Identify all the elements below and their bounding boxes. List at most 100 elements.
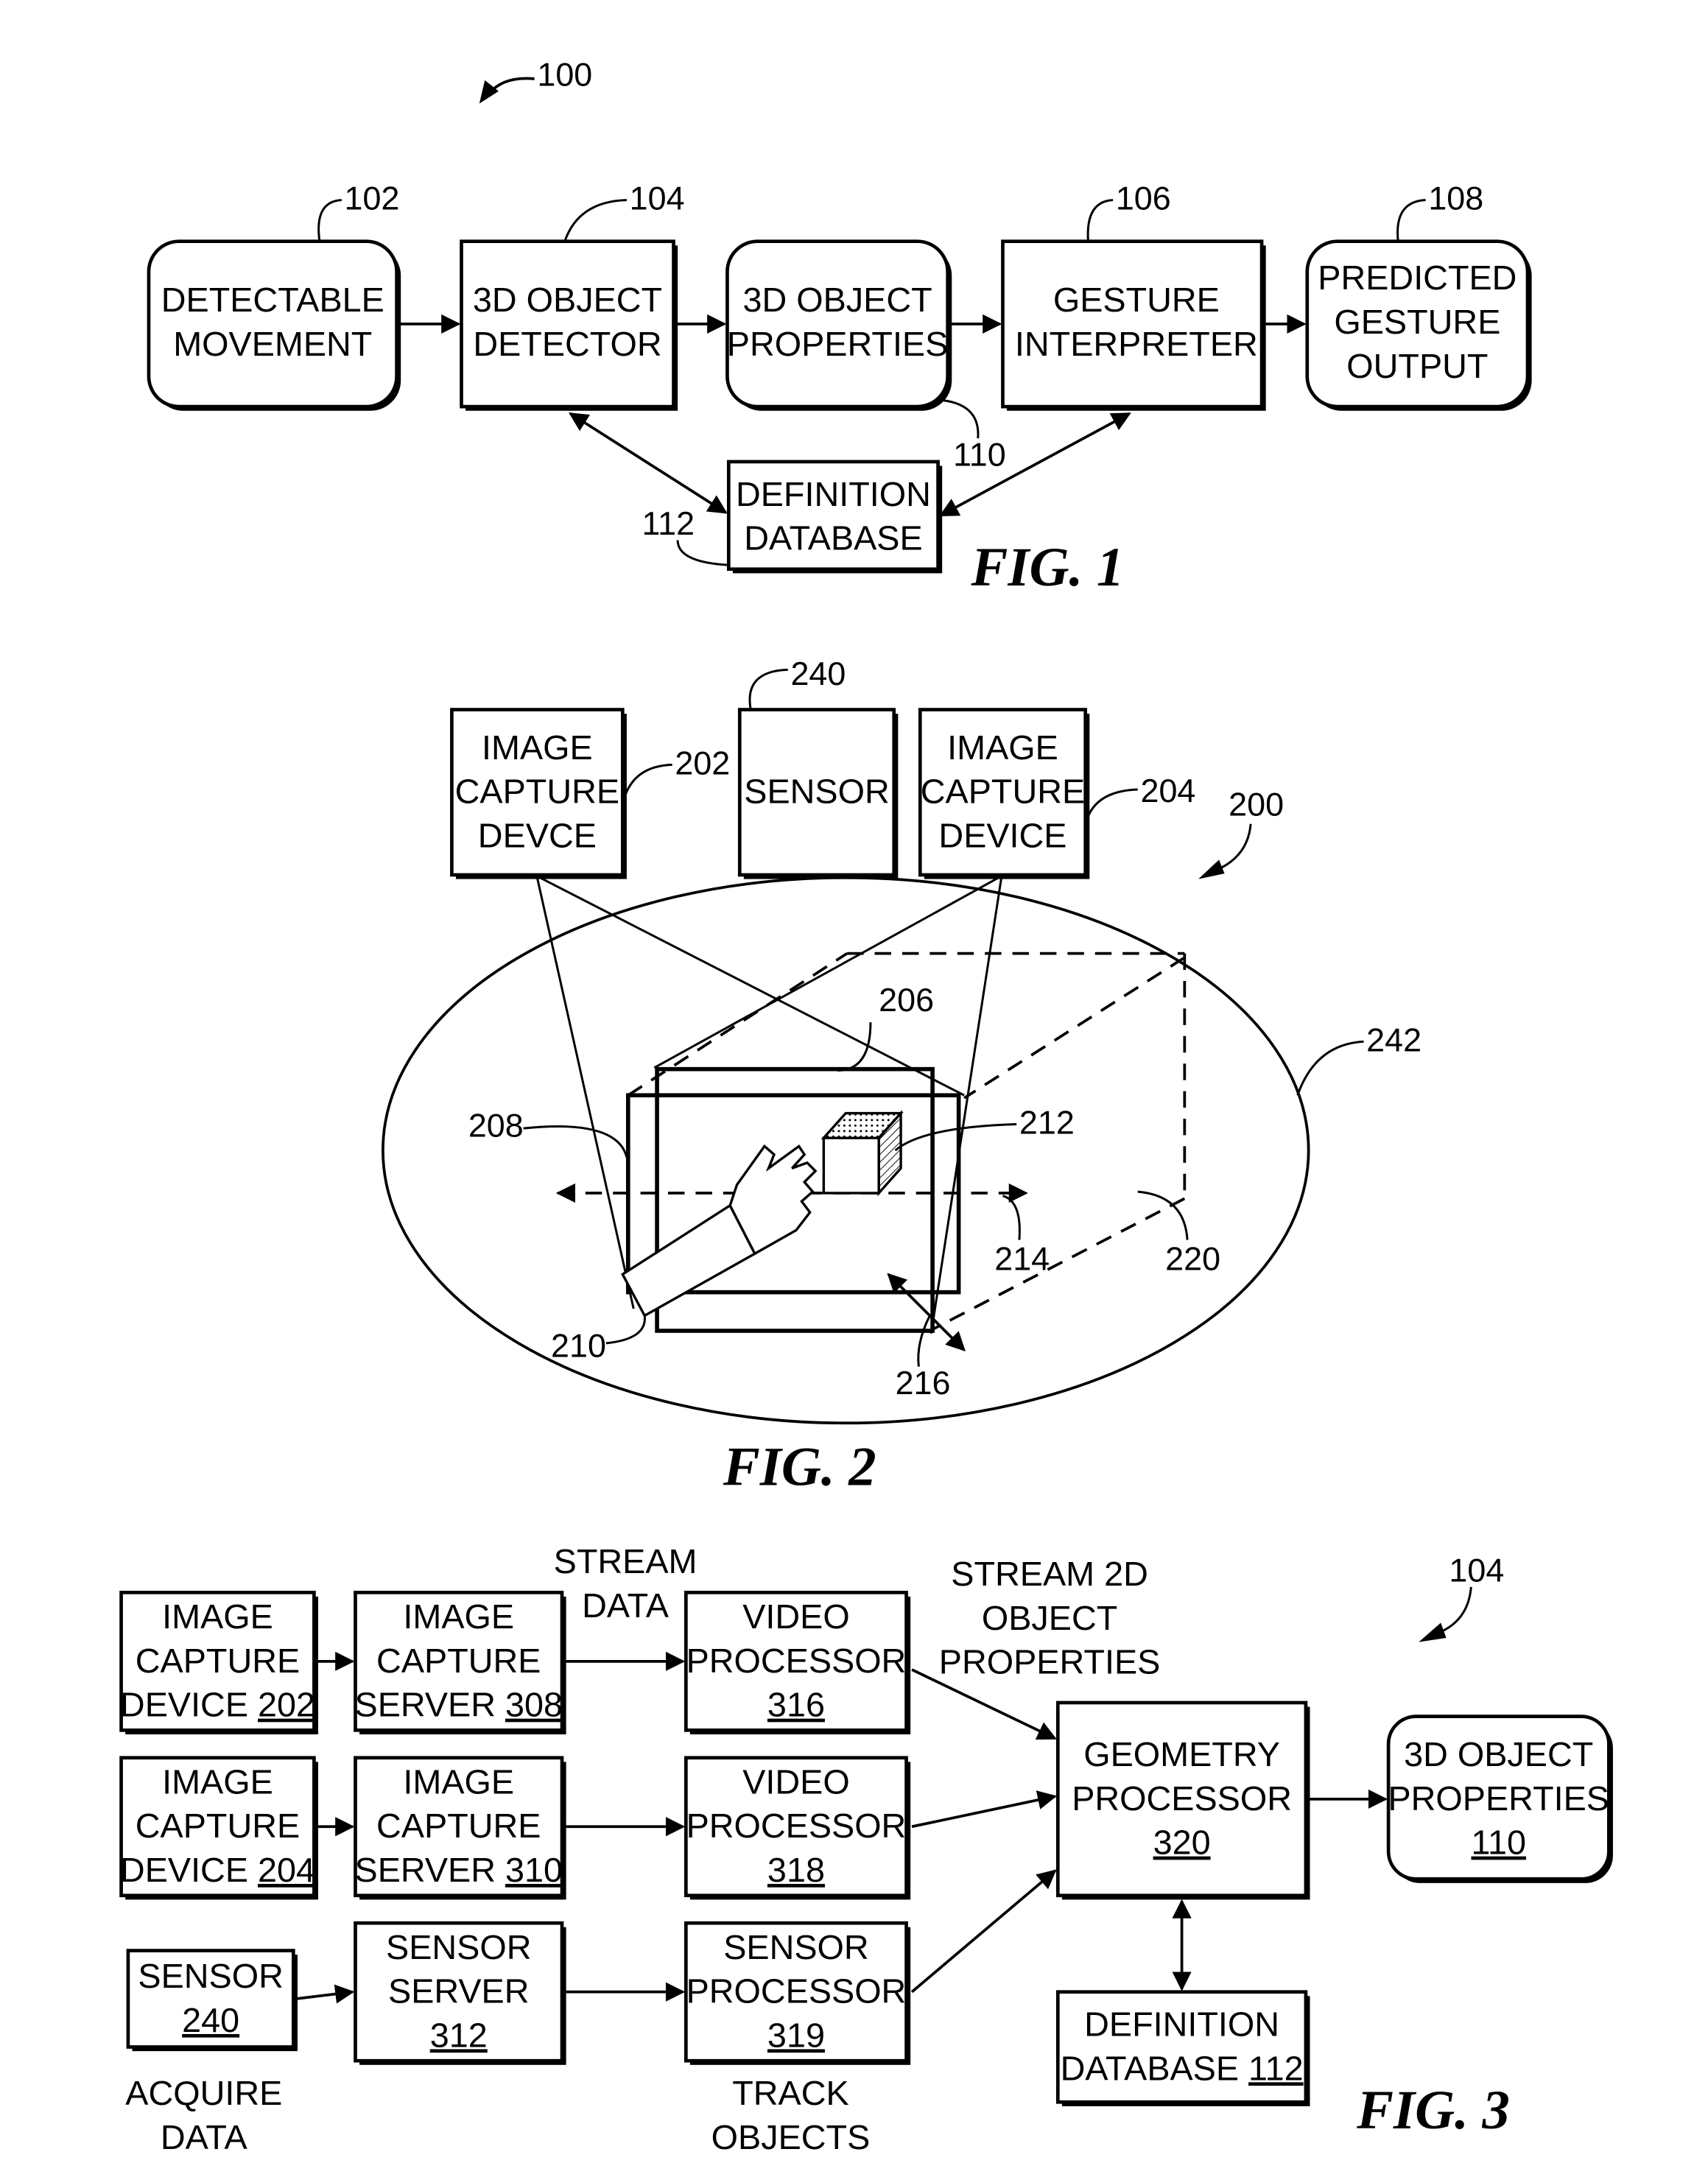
svg-text:OBJECT: OBJECT xyxy=(982,1599,1117,1637)
svg-text:GESTURE: GESTURE xyxy=(1334,303,1500,341)
svg-text:214: 214 xyxy=(994,1240,1050,1278)
svg-text:108: 108 xyxy=(1428,180,1483,217)
svg-text:TRACK: TRACK xyxy=(732,2074,848,2112)
svg-text:3D OBJECT: 3D OBJECT xyxy=(1404,1735,1593,1773)
svg-text:320: 320 xyxy=(1153,1823,1211,1862)
system-ref-100: 100 xyxy=(479,55,592,104)
figure-1: 100 DETECTABLE MOVEMENT 102 3D OBJECT DE… xyxy=(147,55,1532,598)
object-cube-212: 212 xyxy=(820,1104,1075,1197)
block-detectable-movement: DETECTABLE MOVEMENT 102 xyxy=(147,180,401,411)
svg-text:212: 212 xyxy=(1019,1104,1075,1142)
block-image-capture-device-204: IMAGE CAPTURE DEVICE 204 xyxy=(119,1756,319,1900)
svg-text:STREAM 2D: STREAM 2D xyxy=(951,1555,1148,1593)
block-image-capture-device-202: IMAGE CAPTURE DEVICE 202 xyxy=(119,1590,319,1734)
svg-text:IMAGE: IMAGE xyxy=(482,728,593,767)
block-sensor-processor-319: SENSOR PROCESSOR 319 xyxy=(684,1921,911,2065)
svg-text:100: 100 xyxy=(537,55,592,93)
svg-text:CAPTURE: CAPTURE xyxy=(455,773,619,811)
block-geometry-processor-320: GEOMETRY PROCESSOR 320 xyxy=(1055,1700,1310,1900)
system-ref-104: 104 xyxy=(1419,1551,1504,1642)
svg-text:DATA: DATA xyxy=(161,2118,248,2156)
svg-text:102: 102 xyxy=(345,180,400,217)
block-predicted-gesture-output: PREDICTED GESTURE OUTPUT 108 xyxy=(1305,180,1532,411)
svg-text:200: 200 xyxy=(1229,786,1284,823)
fig3-title: FIG. 3 xyxy=(1356,2080,1510,2141)
svg-text:INTERPRETER: INTERPRETER xyxy=(1015,325,1258,363)
svg-text:104: 104 xyxy=(1449,1551,1504,1589)
svg-text:104: 104 xyxy=(630,180,685,217)
svg-text:240: 240 xyxy=(182,2001,239,2039)
svg-text:OBJECTS: OBJECTS xyxy=(711,2118,871,2156)
block-definition-database-112: DEFINITION DATABASE 112 xyxy=(1055,1990,1310,2106)
patent-drawing-sheet: 100 DETECTABLE MOVEMENT 102 3D OBJECT DE… xyxy=(119,55,1613,2156)
figure-2: 242 IMAGE CAPTURE DEVCE 202 SENSOR 240 I… xyxy=(382,655,1421,1497)
svg-text:110: 110 xyxy=(953,436,1006,474)
svg-text:SERVER 308: SERVER 308 xyxy=(355,1686,563,1724)
svg-text:SENSOR: SENSOR xyxy=(386,1928,531,1966)
svg-text:GESTURE: GESTURE xyxy=(1053,281,1220,319)
svg-text:ACQUIRE: ACQUIRE xyxy=(125,2074,282,2112)
svg-text:SENSOR: SENSOR xyxy=(723,1928,868,1966)
svg-text:208: 208 xyxy=(468,1106,524,1144)
svg-text:DETECTABLE: DETECTABLE xyxy=(161,281,384,319)
svg-text:DEVICE 202: DEVICE 202 xyxy=(120,1686,315,1724)
svg-text:210: 210 xyxy=(551,1327,606,1365)
svg-text:DEVICE 204: DEVICE 204 xyxy=(120,1851,315,1889)
svg-text:242: 242 xyxy=(1366,1021,1421,1058)
svg-text:MOVEMENT: MOVEMENT xyxy=(173,325,372,363)
svg-text:PROPERTIES: PROPERTIES xyxy=(939,1643,1161,1681)
svg-text:IMAGE: IMAGE xyxy=(162,1597,273,1636)
svg-text:DEVCE: DEVCE xyxy=(478,817,597,855)
svg-text:3D OBJECT: 3D OBJECT xyxy=(473,281,662,319)
block-gesture-interpreter: GESTURE INTERPRETER 106 xyxy=(1001,180,1266,411)
block-sensor-240: SENSOR 240 xyxy=(126,1949,298,2052)
system-ref-200: 200 xyxy=(1198,786,1284,879)
svg-text:CAPTURE: CAPTURE xyxy=(136,1642,300,1680)
sensor-240: SENSOR 240 xyxy=(737,655,899,879)
block-image-capture-server-310: IMAGE CAPTURE SERVER 310 xyxy=(354,1756,566,1900)
svg-text:PROCESSOR: PROCESSOR xyxy=(686,1642,907,1680)
depth-arrow-216 xyxy=(887,1273,966,1352)
svg-text:240: 240 xyxy=(790,655,846,692)
block-definition-database: DEFINITION DATABASE 112 xyxy=(642,460,943,574)
svg-text:OUTPUT: OUTPUT xyxy=(1346,347,1488,385)
svg-text:DETECTOR: DETECTOR xyxy=(473,325,661,363)
block-3d-object-properties: 3D OBJECT PROPERTIES 110 xyxy=(725,239,1006,474)
device-202: IMAGE CAPTURE DEVCE 202 xyxy=(450,708,730,879)
block-video-processor-316: VIDEO PROCESSOR 316 xyxy=(684,1590,911,1734)
svg-text:VIDEO: VIDEO xyxy=(742,1597,849,1636)
svg-text:DEFINITION: DEFINITION xyxy=(736,475,931,513)
svg-text:SENSOR: SENSOR xyxy=(744,773,889,811)
svg-text:DATABASE: DATABASE xyxy=(744,519,922,558)
block-3d-object-detector: 3D OBJECT DETECTOR 104 xyxy=(460,180,685,411)
svg-text:GEOMETRY: GEOMETRY xyxy=(1083,1735,1280,1773)
svg-text:312: 312 xyxy=(430,2016,488,2054)
svg-text:CAPTURE: CAPTURE xyxy=(136,1807,300,1845)
svg-text:SERVER: SERVER xyxy=(388,1972,529,2011)
svg-text:IMAGE: IMAGE xyxy=(403,1597,514,1636)
svg-text:202: 202 xyxy=(675,744,730,781)
svg-text:IMAGE: IMAGE xyxy=(947,728,1058,767)
svg-text:112: 112 xyxy=(642,504,695,542)
svg-text:318: 318 xyxy=(767,1851,825,1889)
block-image-capture-server-308: IMAGE CAPTURE SERVER 308 xyxy=(354,1590,566,1734)
svg-text:3D OBJECT: 3D OBJECT xyxy=(742,281,932,319)
svg-text:319: 319 xyxy=(767,2016,825,2054)
block-3d-object-properties-110: 3D OBJECT PROPERTIES 110 xyxy=(1386,1714,1613,1883)
svg-text:DEFINITION: DEFINITION xyxy=(1084,2005,1279,2044)
svg-text:PROPERTIES: PROPERTIES xyxy=(727,325,949,363)
svg-text:216: 216 xyxy=(896,1364,951,1401)
svg-text:204: 204 xyxy=(1140,772,1195,809)
svg-text:PROCESSOR: PROCESSOR xyxy=(686,1807,907,1845)
block-video-processor-318: VIDEO PROCESSOR 318 xyxy=(684,1756,911,1900)
svg-text:106: 106 xyxy=(1116,180,1171,217)
fig2-title: FIG. 2 xyxy=(723,1436,876,1497)
svg-text:DEVICE: DEVICE xyxy=(938,817,1066,855)
svg-text:PROCESSOR: PROCESSOR xyxy=(1072,1779,1292,1818)
svg-text:220: 220 xyxy=(1165,1240,1220,1278)
svg-text:CAPTURE: CAPTURE xyxy=(376,1642,541,1680)
svg-text:VIDEO: VIDEO xyxy=(742,1762,849,1801)
svg-text:DATABASE 112: DATABASE 112 xyxy=(1061,2049,1304,2087)
device-204: IMAGE CAPTURE DEVICE 204 xyxy=(918,708,1195,879)
svg-text:PROPERTIES: PROPERTIES xyxy=(1388,1779,1609,1818)
